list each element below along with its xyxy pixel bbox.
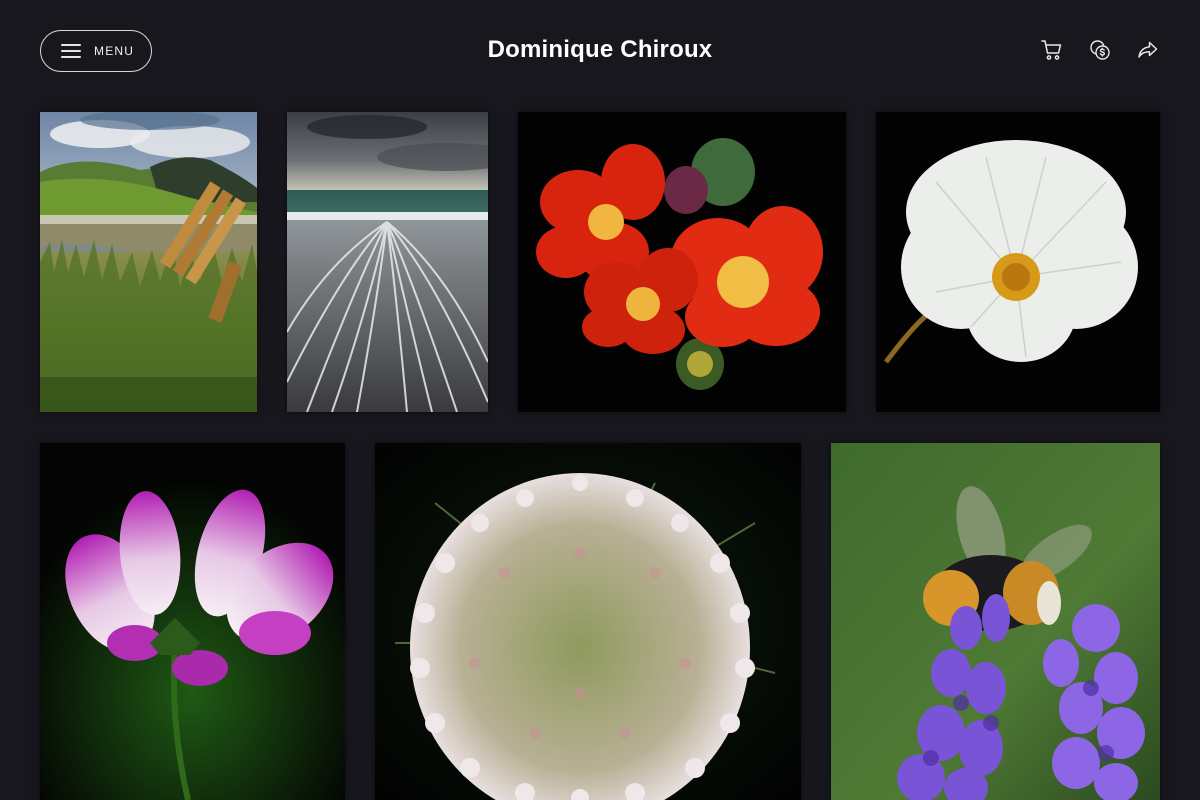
photo-purple-cosmos-flower[interactable] xyxy=(40,443,345,800)
photo-gallery xyxy=(0,0,1200,800)
photo-bench-lakeside[interactable] xyxy=(40,112,257,412)
photo-queen-annes-lace[interactable] xyxy=(375,443,801,800)
photo-white-cosmos-flower[interactable] xyxy=(876,112,1160,412)
photo-bee-on-lavender[interactable] xyxy=(831,443,1160,800)
photo-stormy-seashore[interactable] xyxy=(287,112,488,412)
photo-red-cactus-flowers[interactable] xyxy=(518,112,846,412)
